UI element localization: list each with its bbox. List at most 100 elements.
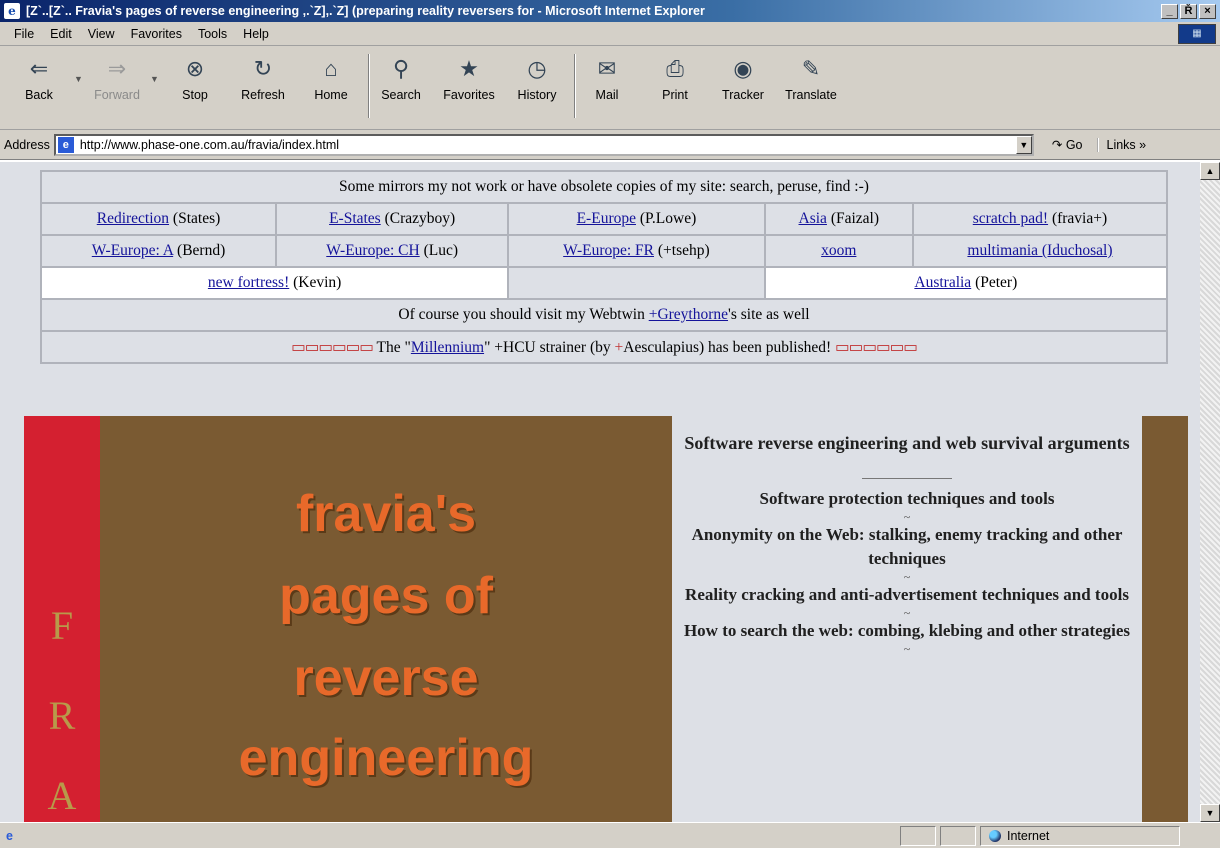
fravia-banner-image: fravia's pages of reverse engineering (100, 416, 672, 822)
tracker-icon: ◉ (733, 56, 753, 81)
go-button[interactable]: ↷ Go (1046, 137, 1089, 152)
mirror-cell: W-Europe: A (Bernd) (39, 234, 278, 268)
menu-file[interactable]: File (6, 27, 42, 41)
mirror-cell: scratch pad! (fravia+) (911, 202, 1169, 236)
restore-button[interactable]: Ř (1180, 3, 1197, 19)
favorites-button[interactable]: ★ Favorites (438, 52, 500, 122)
links-button[interactable]: Links » (1096, 137, 1146, 152)
close-button[interactable]: × (1199, 3, 1216, 19)
mirror-link-xoom[interactable]: xoom (821, 242, 856, 259)
vertical-scrollbar[interactable]: ▲ ▼ (1200, 162, 1220, 822)
ie-icon: e (4, 3, 20, 19)
mirror-cell-empty (507, 266, 766, 300)
mirror-table: Some mirrors my not work or have obsolet… (39, 170, 1169, 364)
address-input[interactable]: e http://www.phase-one.com.au/fravia/ind… (53, 133, 1034, 156)
banner-word-2: pages of (279, 567, 493, 625)
mirror-link-scratch-pad[interactable]: scratch pad! (973, 210, 1048, 227)
topic-separator: ~ (903, 510, 911, 524)
mirror-link-e-states[interactable]: E-States (329, 210, 381, 227)
mirror-link-new-fortress[interactable]: new fortress! (208, 274, 289, 291)
back-button[interactable]: ⇐ Back (8, 52, 70, 122)
mirrors-intro: Some mirrors my not work or have obsolet… (40, 170, 1168, 204)
translate-button[interactable]: ✎ Translate (780, 52, 842, 122)
topic-separator: ~ (903, 570, 911, 584)
globe-icon (989, 830, 1001, 842)
menu-view[interactable]: View (80, 27, 123, 41)
mirror-link-multimania[interactable]: multimania (Iduchosal) (967, 242, 1112, 259)
mail-button[interactable]: ✉ Mail (576, 52, 638, 122)
banner-word-1: fravia's (295, 485, 477, 543)
search-button[interactable]: ⚲ Search (370, 52, 432, 122)
page-icon: e (57, 136, 74, 153)
banner-letter-a: A (47, 773, 77, 818)
topic-item[interactable]: How to search the web: combing, klebing … (676, 619, 1138, 643)
menu-tools[interactable]: Tools (190, 27, 235, 41)
mirror-link-w-europe-a[interactable]: W-Europe: A (92, 242, 173, 259)
address-bar: Address e http://www.phase-one.com.au/fr… (0, 130, 1220, 160)
mirror-cell: multimania (Iduchosal) (911, 234, 1169, 268)
status-panel (940, 826, 976, 846)
topic-item[interactable]: Anonymity on the Web: stalking, enemy tr… (676, 523, 1138, 571)
back-arrow-icon: ⇐ (29, 56, 49, 81)
mirror-cell: W-Europe: FR (+tsehp) (507, 234, 766, 268)
banner-letter-r: R (48, 693, 76, 738)
address-label: Address (4, 137, 50, 152)
mail-icon: ✉ (597, 56, 617, 81)
page-viewport: Some mirrors my not work or have obsolet… (0, 162, 1200, 822)
window-controls: _ Ř × (1161, 3, 1220, 19)
history-button[interactable]: ◷ History (506, 52, 568, 122)
mirror-link-e-europe[interactable]: E-Europe (577, 210, 636, 227)
mirror-cell: Redirection (States) (39, 202, 278, 236)
window-titlebar: e [Z`..[Z`.. Fravia's pages of reverse e… (0, 0, 1220, 22)
scroll-down-icon[interactable]: ▼ (1200, 804, 1220, 822)
refresh-icon: ↻ (253, 56, 273, 81)
history-icon: ◷ (527, 56, 547, 81)
mirror-cell: xoom (763, 234, 914, 268)
webtwin-row: Of course you should visit my Webtwin +G… (40, 298, 1168, 332)
refresh-button[interactable]: ↻ Refresh (232, 52, 294, 122)
tracker-button[interactable]: ◉ Tracker (712, 52, 774, 122)
scroll-up-icon[interactable]: ▲ (1200, 162, 1220, 180)
zone-label: Internet (1007, 829, 1050, 843)
forward-button[interactable]: ⇒ Forward (86, 52, 148, 122)
page-status-icon: e (6, 828, 13, 843)
millennium-row: ▭▭▭▭▭▭ The "Millennium" +HCU strainer (b… (40, 330, 1168, 364)
topic-item[interactable]: Software protection techniques and tools (676, 487, 1138, 511)
millennium-link[interactable]: Millennium (411, 339, 484, 356)
favorites-folder-icon: ★ (459, 56, 479, 81)
mirror-cell: Australia (Peter) (763, 266, 1169, 300)
mirror-link-australia[interactable]: Australia (914, 274, 971, 291)
back-dropdown-icon[interactable]: ▼ (74, 74, 83, 84)
banner-letter-strip: F R A (24, 416, 100, 822)
menu-edit[interactable]: Edit (42, 27, 80, 41)
mirror-link-w-europe-ch[interactable]: W-Europe: CH (326, 242, 419, 259)
window-title: [Z`..[Z`.. Fravia's pages of reverse eng… (26, 4, 705, 18)
banner-word-4: engineering (238, 729, 534, 787)
topics-heading: Software reverse engineering and web sur… (684, 433, 1130, 453)
topics-column: Software reverse engineering and web sur… (676, 430, 1138, 655)
mirror-cell: Asia (Faizal) (763, 202, 914, 236)
menu-help[interactable]: Help (235, 27, 277, 41)
forward-dropdown-icon[interactable]: ▼ (150, 74, 159, 84)
menu-favorites[interactable]: Favorites (123, 27, 190, 41)
greythorne-link[interactable]: +Greythorne (649, 306, 728, 323)
menu-bar: File Edit View Favorites Tools Help ▦ (0, 22, 1220, 46)
hcu-glyphs-right: ▭▭▭▭▭▭ (835, 338, 918, 356)
mirror-cell: E-Europe (P.Lowe) (507, 202, 766, 236)
mirror-link-w-europe-fr[interactable]: W-Europe: FR (563, 242, 654, 259)
banner-letter-f: F (50, 603, 74, 648)
address-url: http://www.phase-one.com.au/fravia/index… (79, 137, 340, 152)
print-button[interactable]: ⎙ Print (644, 52, 706, 122)
status-panel (900, 826, 936, 846)
address-dropdown-icon[interactable]: ▼ (1015, 135, 1032, 154)
mirror-link-asia[interactable]: Asia (799, 210, 827, 227)
hcu-glyphs-left: ▭▭▭▭▭▭ (291, 338, 374, 356)
topic-item[interactable]: Reality cracking and anti-advertisement … (676, 583, 1138, 607)
home-button[interactable]: ⌂ Home (300, 52, 362, 122)
mirror-link-redirection[interactable]: Redirection (97, 210, 169, 227)
go-arrow-icon: ↷ (1051, 138, 1066, 152)
decorative-strip (1142, 416, 1188, 822)
stop-icon: ⊗ (185, 56, 205, 81)
minimize-button[interactable]: _ (1161, 3, 1178, 19)
stop-button[interactable]: ⊗ Stop (164, 52, 226, 122)
